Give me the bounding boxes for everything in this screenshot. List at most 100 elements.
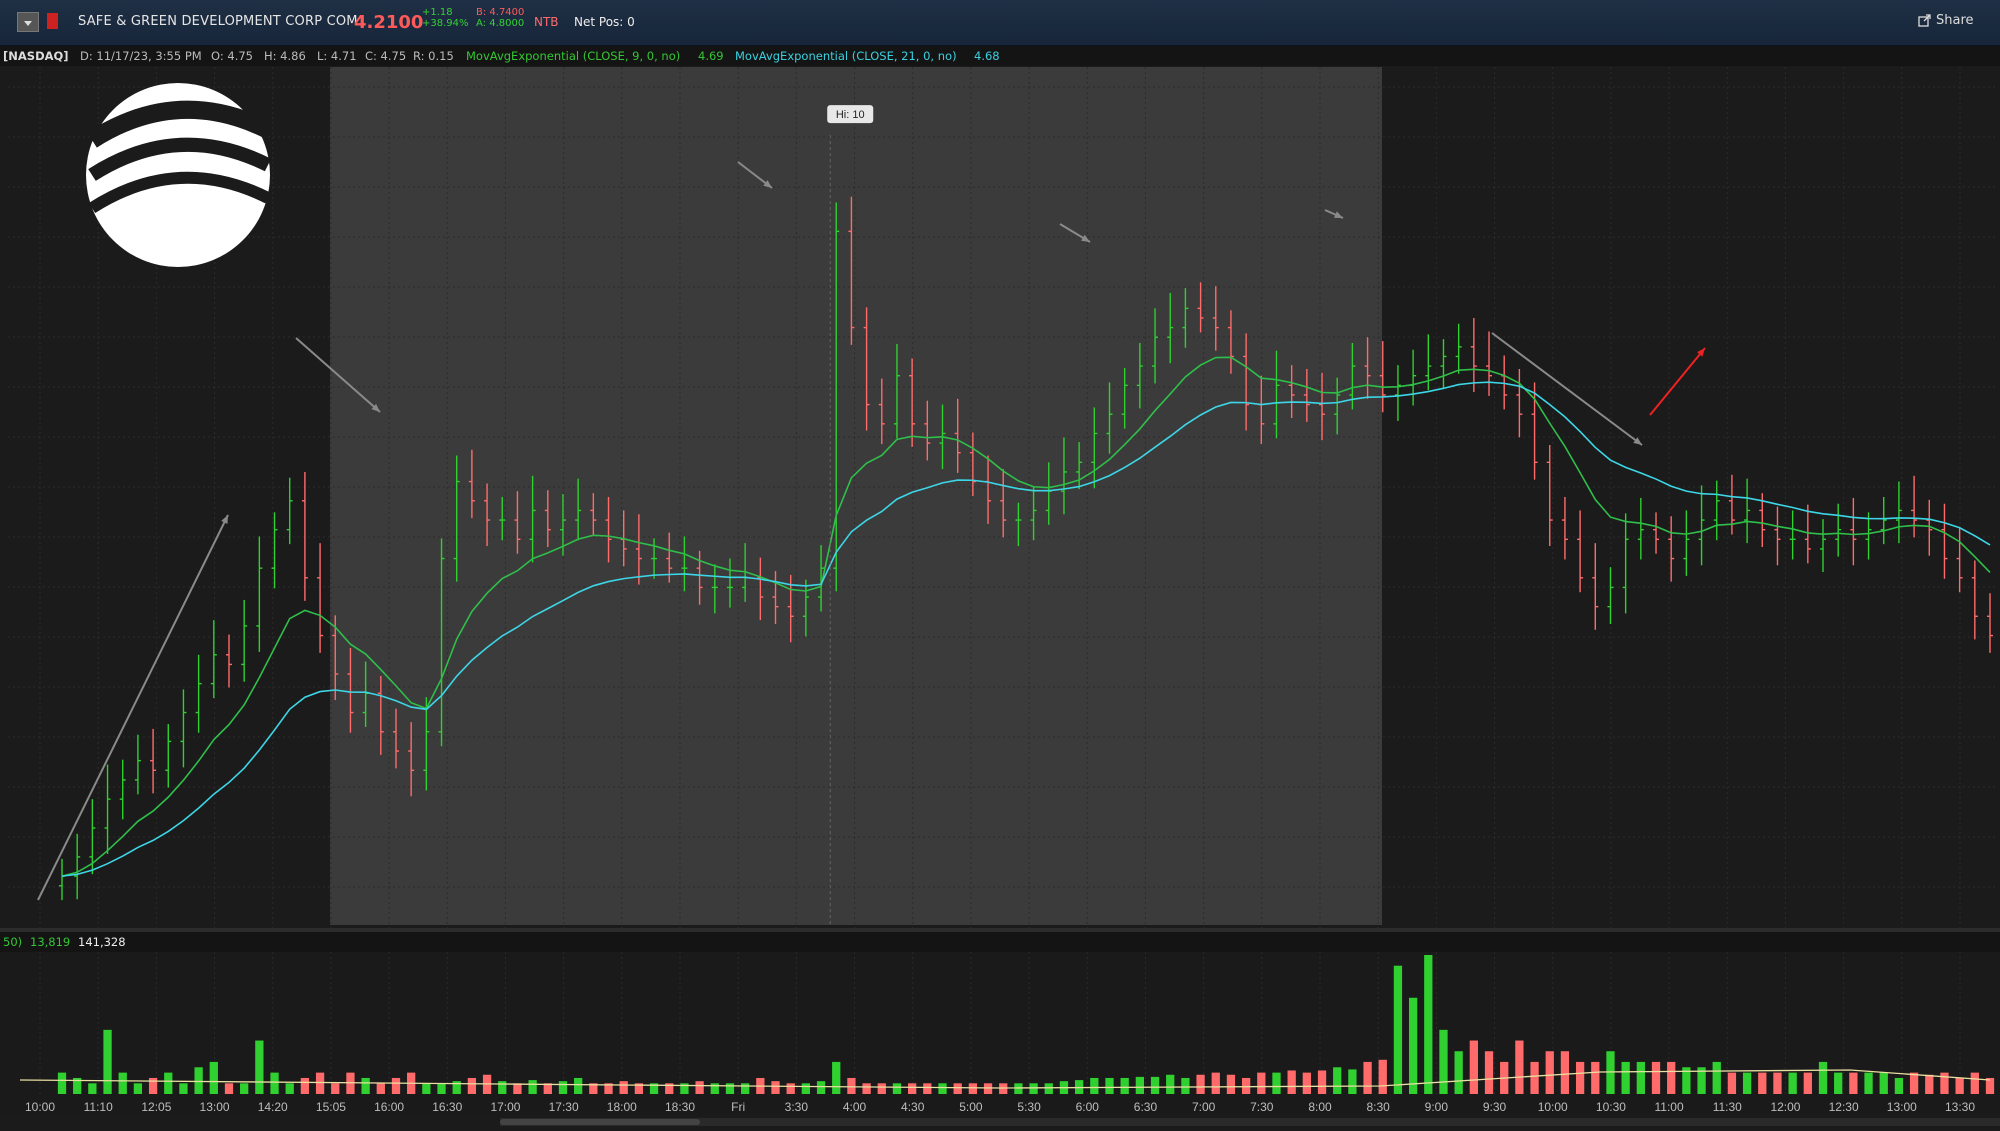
volume-bar — [285, 1083, 294, 1094]
x-tick-label: 17:30 — [549, 1100, 579, 1114]
volume-bar — [1302, 1072, 1311, 1094]
volume-bar — [1120, 1077, 1129, 1094]
volume-bar — [1348, 1069, 1357, 1094]
volume-bar — [1773, 1072, 1782, 1094]
volume-bar — [725, 1083, 735, 1094]
x-tick-label: 13:30 — [1945, 1100, 1975, 1114]
volume-bar — [892, 1083, 902, 1094]
volume-bar — [1196, 1074, 1205, 1094]
volume-bar — [1909, 1072, 1919, 1094]
x-tick-label: 10:00 — [1538, 1100, 1568, 1114]
volume-bar — [1211, 1072, 1220, 1094]
volume-bar — [816, 1081, 826, 1094]
volume-bar — [1393, 965, 1403, 1094]
volume-bar — [498, 1081, 507, 1094]
hi-label: Hi: 10 — [836, 109, 865, 121]
volume-bar — [832, 1061, 841, 1094]
volume-bar — [1955, 1077, 1964, 1094]
volume-bar — [1044, 1083, 1053, 1094]
x-tick-label: 8:30 — [1367, 1100, 1391, 1114]
volume-bar — [938, 1083, 947, 1094]
volume-bar — [1135, 1076, 1145, 1094]
volume-bar — [923, 1083, 932, 1094]
volume-bar — [741, 1083, 750, 1094]
volume-bar — [209, 1061, 218, 1094]
volume-bar — [1818, 1061, 1828, 1094]
price-chart[interactable]: 10:00 11:10 12:05 13:00 14:20 15:05 16:00 16:30… — [0, 0, 2000, 1131]
volume-bar — [240, 1083, 249, 1094]
volume-bar — [194, 1067, 203, 1094]
volume-bar — [801, 1083, 811, 1094]
volume-bar — [315, 1072, 325, 1094]
volume-bar — [1788, 1072, 1797, 1094]
volume-bar — [983, 1083, 993, 1094]
volume-info-c: 141,328 — [78, 935, 126, 949]
x-tick-label: 6:30 — [1134, 1100, 1158, 1114]
x-tick-label: 6:00 — [1076, 1100, 1100, 1114]
volume-bar — [376, 1083, 385, 1094]
volume-bar — [224, 1083, 234, 1094]
volume-bar — [103, 1029, 112, 1094]
volume-bar — [1241, 1077, 1251, 1094]
volume-bar — [1606, 1051, 1615, 1094]
volume-bar — [1287, 1070, 1296, 1094]
volume-bar — [1363, 1061, 1372, 1094]
volume-bar — [847, 1077, 856, 1094]
volume-bar — [1530, 1061, 1539, 1094]
x-tick-label: 16:30 — [432, 1100, 462, 1114]
x-tick-label: 3:30 — [785, 1100, 809, 1114]
volume-bar — [1712, 1061, 1721, 1094]
volume-bar — [1591, 1061, 1600, 1094]
x-tick-label: 10:00 — [25, 1100, 55, 1114]
volume-bar — [907, 1083, 917, 1094]
x-tick-label: 11:10 — [84, 1100, 113, 1114]
volume-bar — [1317, 1070, 1327, 1094]
volume-bar — [1667, 1061, 1676, 1094]
volume-bar — [1333, 1067, 1342, 1094]
x-tick-label: 10:30 — [1596, 1100, 1626, 1114]
volume-bar — [1925, 1074, 1934, 1094]
volume-bar — [57, 1072, 67, 1094]
volume-bar — [695, 1081, 704, 1094]
x-tick-label: 11:00 — [1655, 1100, 1684, 1114]
x-tick-label: 18:30 — [665, 1100, 695, 1114]
x-tick-label: 14:20 — [258, 1100, 288, 1114]
volume-bar — [1834, 1072, 1843, 1094]
volume-bar — [1575, 1061, 1585, 1094]
volume-bar — [1484, 1051, 1494, 1094]
volume-bar — [300, 1077, 310, 1094]
x-tick-label: 18:00 — [607, 1100, 637, 1114]
volume-bar — [1014, 1083, 1023, 1094]
volume-bar — [513, 1083, 522, 1094]
volume-bar — [1424, 955, 1433, 1094]
volume-bar — [1864, 1072, 1873, 1094]
x-tick-label: 12:00 — [1770, 1100, 1800, 1114]
volume-bar — [255, 1040, 264, 1094]
x-tick-label: 11:30 — [1713, 1100, 1742, 1114]
scroll-thumb[interactable] — [500, 1119, 700, 1125]
x-tick-label: 7:00 — [1192, 1100, 1216, 1114]
x-tick-label: 13:00 — [200, 1100, 230, 1114]
volume-bar — [1226, 1074, 1236, 1094]
volume-bar — [1879, 1072, 1888, 1094]
volume-bar — [1515, 1040, 1524, 1094]
x-tick-label: 8:00 — [1308, 1100, 1332, 1114]
volume-bar — [467, 1077, 477, 1094]
volume-bar — [1560, 1051, 1570, 1094]
x-tick-label: 7:30 — [1250, 1100, 1274, 1114]
volume-bar — [877, 1083, 886, 1094]
volume-bar — [1621, 1061, 1630, 1094]
volume-bar — [1272, 1072, 1281, 1094]
volume-bar — [422, 1083, 431, 1094]
volume-bar — [968, 1083, 978, 1094]
volume-bar — [1166, 1074, 1175, 1094]
x-tick-label: 12:05 — [141, 1100, 171, 1114]
x-tick-label: 5:00 — [959, 1100, 983, 1114]
volume-bar — [1439, 1029, 1448, 1094]
volume-bar — [528, 1080, 537, 1094]
volume-bar — [1727, 1072, 1737, 1094]
volume-bar — [164, 1072, 173, 1094]
x-tick-label: 9:30 — [1483, 1100, 1507, 1114]
chart-scrollbar[interactable] — [500, 1118, 2000, 1126]
volume-bar — [953, 1083, 962, 1094]
